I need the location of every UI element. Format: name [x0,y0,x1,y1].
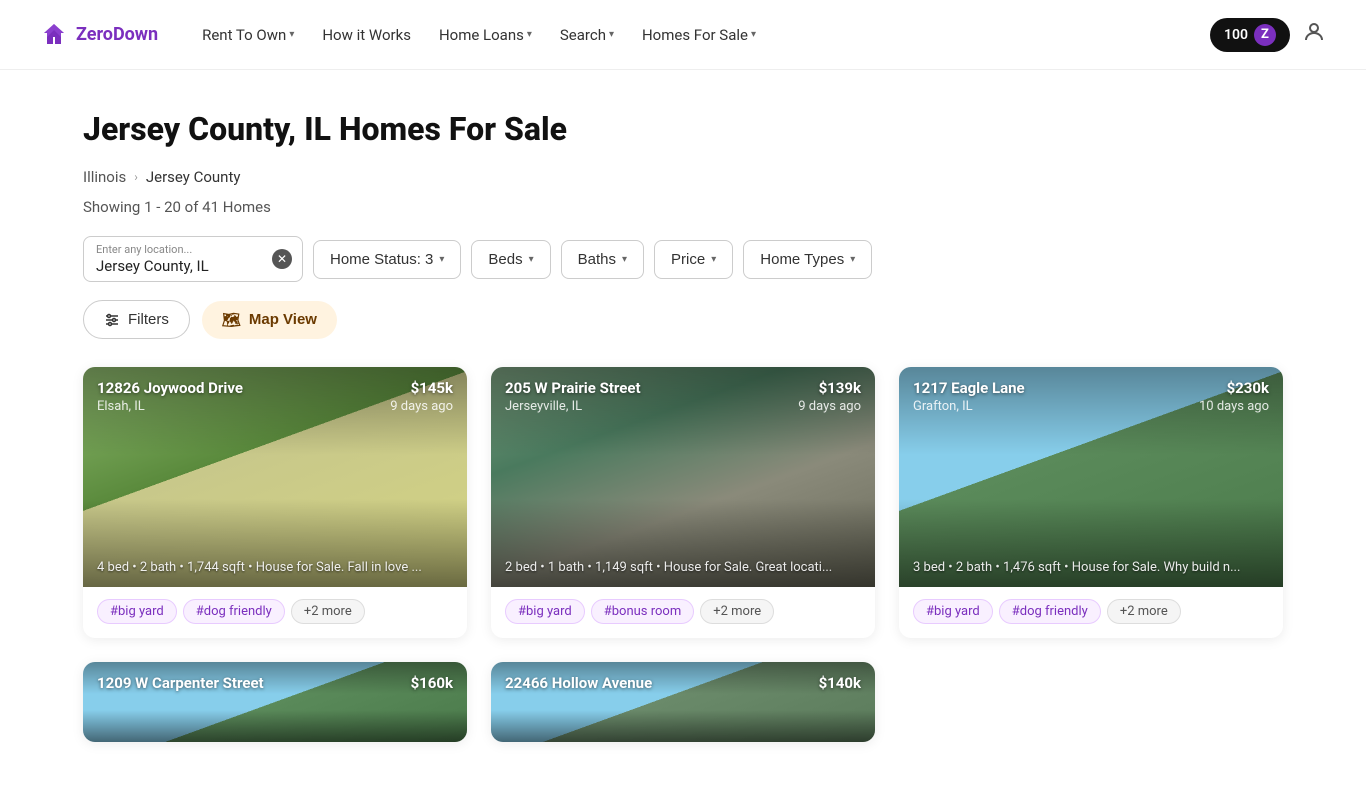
chevron-down-icon: ▾ [609,29,614,40]
listings-grid-bottom: 1209 W Carpenter Street $160k 22466 Holl… [83,662,1283,742]
logo-text: ZeroDown [76,24,158,45]
listing-card-4[interactable]: 1209 W Carpenter Street $160k [83,662,467,742]
location-label: Enter any location... [96,243,192,256]
listing-address-1: 12826 Joywood Drive [97,379,243,397]
listing-desc-2: 2 bed • 1 bath • 1,149 sqft • House for … [505,560,861,575]
action-row: Filters 🗺 Map View [83,300,1283,339]
chevron-down-icon: ▾ [529,254,534,265]
logo-link[interactable]: ZeroDown [40,21,158,49]
result-count: Showing 1 - 20 of 41 Homes [83,198,1283,216]
price-filter[interactable]: Price ▾ [654,240,733,279]
listing-address-4: 1209 W Carpenter Street [97,674,264,692]
tag-more: +2 more [700,599,774,624]
nav-links: Rent To Own ▾ How it Works Home Loans ▾ … [190,18,1210,52]
baths-filter[interactable]: Baths ▾ [561,240,644,279]
points-badge[interactable]: 100 Z [1210,18,1290,52]
listing-price-3: $230k [1199,379,1269,397]
listing-desc-3: 3 bed • 2 bath • 1,476 sqft • House for … [913,560,1269,575]
filter-row: Enter any location... Jersey County, IL … [83,236,1283,282]
breadcrumb: Illinois › Jersey County [83,168,1283,186]
filters-button[interactable]: Filters [83,300,190,339]
chevron-down-icon: ▾ [711,254,716,265]
beds-filter[interactable]: Beds ▾ [471,240,550,279]
tag: #bonus room [591,599,695,624]
listing-price-5: $140k [819,674,861,692]
tag: #dog friendly [183,599,285,624]
listing-address-3: 1217 Eagle Lane [913,379,1025,397]
tag-more: +2 more [291,599,365,624]
breadcrumb-separator: › [134,170,138,184]
user-icon[interactable] [1302,20,1326,50]
chevron-down-icon: ▾ [289,29,294,40]
listing-card-2[interactable]: 205 W Prairie Street Jerseyville, IL $13… [491,367,875,638]
nav-right: 100 Z [1210,18,1326,52]
listing-price-2: $139k [798,379,861,397]
breadcrumb-current: Jersey County [146,168,241,186]
chevron-down-icon: ▾ [439,254,444,265]
location-value: Jersey County, IL [96,257,233,275]
chevron-down-icon: ▾ [751,29,756,40]
navbar: ZeroDown Rent To Own ▾ How it Works Home… [0,0,1366,70]
breadcrumb-parent[interactable]: Illinois [83,168,126,186]
listing-city-3: Grafton, IL [913,399,1025,414]
nav-homes-for-sale[interactable]: Homes For Sale ▾ [630,18,768,52]
nav-search[interactable]: Search ▾ [548,18,626,52]
listing-tags-2: #big yard #bonus room +2 more [491,587,875,638]
page-title: Jersey County, IL Homes For Sale [83,110,1283,148]
listings-grid: 12826 Joywood Drive Elsah, IL $145k 9 da… [83,367,1283,638]
nav-home-loans[interactable]: Home Loans ▾ [427,18,544,52]
location-filter[interactable]: Enter any location... Jersey County, IL … [83,236,303,282]
chevron-down-icon: ▾ [527,29,532,40]
tag: #big yard [97,599,177,624]
listing-days-2: 9 days ago [798,399,861,414]
clear-location-button[interactable]: ✕ [272,249,292,269]
listing-city-2: Jerseyville, IL [505,399,641,414]
nav-rent-to-own[interactable]: Rent To Own ▾ [190,18,306,52]
listing-days-3: 10 days ago [1199,399,1269,414]
chevron-down-icon: ▾ [622,254,627,265]
listing-tags-1: #big yard #dog friendly +2 more [83,587,467,638]
main-content: Jersey County, IL Homes For Sale Illinoi… [43,70,1323,802]
tag-more: +2 more [1107,599,1181,624]
listing-city-1: Elsah, IL [97,399,243,414]
listing-address-5: 22466 Hollow Avenue [505,674,652,692]
z-icon: Z [1254,24,1276,46]
nav-how-it-works[interactable]: How it Works [310,18,423,52]
listing-card-3[interactable]: 1217 Eagle Lane Grafton, IL $230k 10 day… [899,367,1283,638]
listing-address-2: 205 W Prairie Street [505,379,641,397]
tag: #dog friendly [999,599,1101,624]
home-status-filter[interactable]: Home Status: 3 ▾ [313,240,461,279]
listing-days-1: 9 days ago [390,399,453,414]
chevron-down-icon: ▾ [850,254,855,265]
listing-desc-1: 4 bed • 2 bath • 1,744 sqft • House for … [97,560,453,575]
listing-tags-3: #big yard #dog friendly +2 more [899,587,1283,638]
filter-icon [104,312,120,328]
listing-card-5[interactable]: 22466 Hollow Avenue $140k [491,662,875,742]
tag: #big yard [505,599,585,624]
listing-price-4: $160k [411,674,453,692]
home-types-filter[interactable]: Home Types ▾ [743,240,872,279]
tag: #big yard [913,599,993,624]
listing-price-1: $145k [390,379,453,397]
logo-icon [40,21,68,49]
map-view-button[interactable]: 🗺 Map View [202,301,337,339]
listing-card-1[interactable]: 12826 Joywood Drive Elsah, IL $145k 9 da… [83,367,467,638]
map-icon: 🗺 [222,311,241,329]
